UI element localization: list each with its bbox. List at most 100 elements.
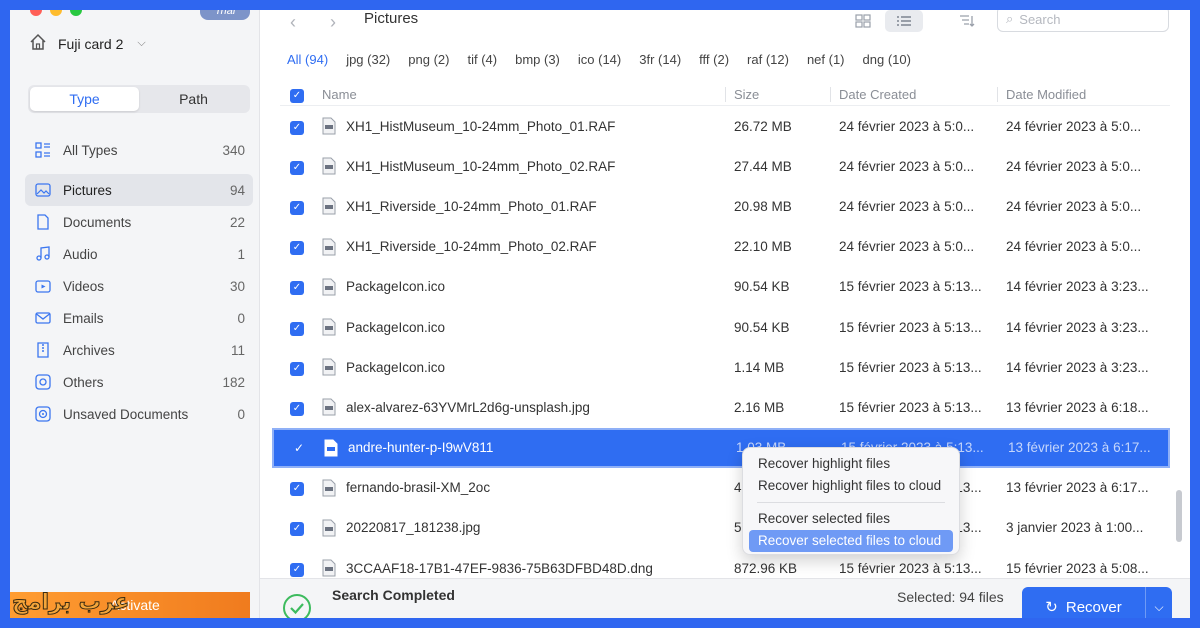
table-row[interactable]: ✓20220817_181238.jpg5.56 MB15 février 20…: [280, 508, 1170, 548]
row-checkbox[interactable]: ✓: [290, 401, 304, 416]
tab-type[interactable]: Type: [30, 87, 139, 111]
others-icon: [33, 372, 53, 392]
file-icon: [322, 238, 336, 256]
filter-all[interactable]: All (94): [287, 52, 328, 67]
table-row[interactable]: ✓ alex-alvarez-63YVMrL2d6g-unsplash.jpg 2.…: [280, 387, 1170, 427]
sidebar-item-emails[interactable]: Emails 0: [25, 302, 253, 334]
menu-item-recover-highlight-cloud[interactable]: Recover highlight files to cloud: [749, 475, 953, 497]
file-modified: 24 février 2023 à 5:0...: [1006, 239, 1142, 255]
row-checkbox[interactable]: ✓: [290, 321, 304, 336]
row-checkbox[interactable]: ✓: [290, 160, 304, 175]
close-window-button[interactable]: [30, 10, 42, 16]
search-icon: ⌕: [1006, 11, 1014, 26]
filter-bmp[interactable]: bmp (3): [515, 52, 560, 67]
file-table: ✓ Name Size Date Created Date Modified ✓…: [272, 84, 1170, 588]
vertical-scrollbar[interactable]: [1176, 490, 1182, 542]
table-row[interactable]: ✓ XH1_HistMuseum_10-24mm_Photo_01.RAF 26.7…: [280, 106, 1170, 146]
recover-options-chevron-icon[interactable]: ⌵: [1146, 600, 1172, 615]
file-modified: 14 février 2023 à 3:23...: [1006, 359, 1149, 375]
sidebar-item-pictures[interactable]: Pictures 94: [25, 174, 253, 206]
file-created: 24 février 2023 à 5:0...: [839, 158, 975, 174]
table-row[interactable]: ✓andre-hunter-p-I9wV8111.03 MB15 février…: [272, 427, 1170, 468]
table-row[interactable]: ✓ PackageIcon.ico 1.14 MB 15 février 2023 à…: [280, 347, 1170, 387]
row-checkbox[interactable]: ✓: [290, 361, 304, 376]
sidebar-item-count: 0: [237, 406, 245, 422]
column-header-name[interactable]: Name: [320, 87, 725, 102]
menu-divider: [757, 502, 945, 503]
menu-item-recover-selected[interactable]: Recover selected files: [749, 508, 953, 530]
row-checkbox[interactable]: ✓: [290, 281, 304, 296]
column-header-modified[interactable]: Date Modified: [997, 87, 1157, 102]
sidebar: Trial Fuji card 2 ⌵ Type Path All Types …: [10, 10, 260, 618]
file-modified: 13 février 2023 à 6:18...: [1006, 399, 1149, 415]
table-row[interactable]: ✓ XH1_HistMuseum_10-24mm_Photo_02.RAF 27.4…: [280, 146, 1170, 186]
row-checkbox[interactable]: ✓: [290, 522, 304, 537]
file-icon: [322, 519, 336, 537]
filter-tif[interactable]: tif (4): [467, 52, 497, 67]
table-row[interactable]: ✓fernando-brasil-XM_2oc4.60 MB15 février…: [280, 468, 1170, 508]
row-checkbox[interactable]: ✓: [290, 241, 304, 256]
file-modified: 13 février 2023 à 6:17...: [1006, 480, 1149, 496]
sidebar-item-label: Others: [63, 374, 104, 390]
table-row[interactable]: ✓ XH1_Riverside_10-24mm_Photo_02.RAF 22.10…: [280, 227, 1170, 267]
select-all-checkbox[interactable]: ✓: [290, 89, 304, 103]
minimize-window-button[interactable]: [50, 10, 62, 16]
file-size: 2.16 MB: [734, 399, 785, 415]
list-view-button[interactable]: [885, 10, 923, 32]
grid-list-icon: [33, 140, 53, 160]
sidebar-item-unsaved-documents[interactable]: Unsaved Documents 0: [25, 398, 253, 430]
grid-view-button[interactable]: [844, 10, 882, 32]
filter-button[interactable]: [948, 10, 986, 32]
recover-main-button[interactable]: ↻ Recover: [1022, 587, 1146, 618]
device-selector[interactable]: Fuji card 2 ⌵: [28, 32, 146, 55]
recover-button[interactable]: ↻ Recover ⌵: [1022, 587, 1172, 618]
file-icon: [322, 358, 336, 376]
row-checkbox[interactable]: ✓: [292, 441, 306, 455]
filter-nef[interactable]: nef (1): [807, 52, 845, 67]
menu-item-recover-selected-cloud[interactable]: Recover selected files to cloud: [749, 530, 953, 552]
file-size: 22.10 MB: [734, 239, 792, 255]
search-input[interactable]: ⌕ Search: [997, 10, 1169, 32]
row-checkbox[interactable]: ✓: [290, 120, 304, 135]
sidebar-item-all-types[interactable]: All Types 340: [25, 134, 253, 166]
filter-ico[interactable]: ico (14): [578, 52, 621, 67]
tab-path[interactable]: Path: [139, 87, 248, 111]
filter-jpg[interactable]: jpg (32): [346, 52, 390, 67]
sidebar-item-audio[interactable]: Audio 1: [25, 238, 253, 270]
table-row[interactable]: ✓ PackageIcon.ico 90.54 KB 15 février 2023 …: [280, 267, 1170, 307]
back-arrow-icon[interactable]: ‹: [290, 12, 296, 33]
mail-icon: [33, 308, 53, 328]
filter-raf[interactable]: raf (12): [747, 52, 789, 67]
file-name: XH1_Riverside_10-24mm_Photo_02.RAF: [346, 239, 597, 255]
file-created: 24 février 2023 à 5:0...: [839, 198, 975, 214]
row-checkbox[interactable]: ✓: [290, 200, 304, 215]
filter-3fr[interactable]: 3fr (14): [639, 52, 681, 67]
sidebar-item-videos[interactable]: Videos 30: [25, 270, 253, 302]
file-size: 20.98 MB: [734, 198, 792, 214]
file-icon: [322, 479, 336, 497]
column-header-size[interactable]: Size: [725, 87, 830, 102]
row-checkbox[interactable]: ✓: [290, 482, 304, 497]
zoom-window-button[interactable]: [70, 10, 82, 16]
filter-fff[interactable]: fff (2): [699, 52, 729, 67]
file-extension-filters: All (94) jpg (32) png (2) tif (4) bmp (3…: [287, 52, 911, 67]
forward-arrow-icon[interactable]: ›: [330, 12, 336, 33]
table-row[interactable]: ✓ PackageIcon.ico 90.54 KB 15 février 2023 …: [280, 307, 1170, 347]
filter-dng[interactable]: dng (10): [863, 52, 911, 67]
file-icon: [322, 157, 336, 175]
sidebar-item-label: Emails: [63, 310, 104, 326]
file-name: fernando-brasil-XM_2oc: [346, 480, 491, 496]
file-size: 872.96 KB: [734, 560, 798, 576]
row-checkbox[interactable]: ✓: [290, 562, 304, 577]
column-header-created[interactable]: Date Created: [830, 87, 997, 102]
sidebar-item-archives[interactable]: Archives 11: [25, 334, 253, 366]
menu-item-recover-highlight[interactable]: Recover highlight files: [749, 453, 953, 475]
home-icon: [28, 32, 48, 55]
sidebar-item-documents[interactable]: Documents 22: [25, 206, 253, 238]
sidebar-item-others[interactable]: Others 182: [25, 366, 253, 398]
music-icon: [33, 244, 53, 264]
sidebar-item-count: 94: [229, 182, 245, 198]
table-row[interactable]: ✓ XH1_Riverside_10-24mm_Photo_01.RAF 20.98…: [280, 186, 1170, 226]
list-view-icon: [897, 16, 911, 26]
filter-png[interactable]: png (2): [408, 52, 449, 67]
